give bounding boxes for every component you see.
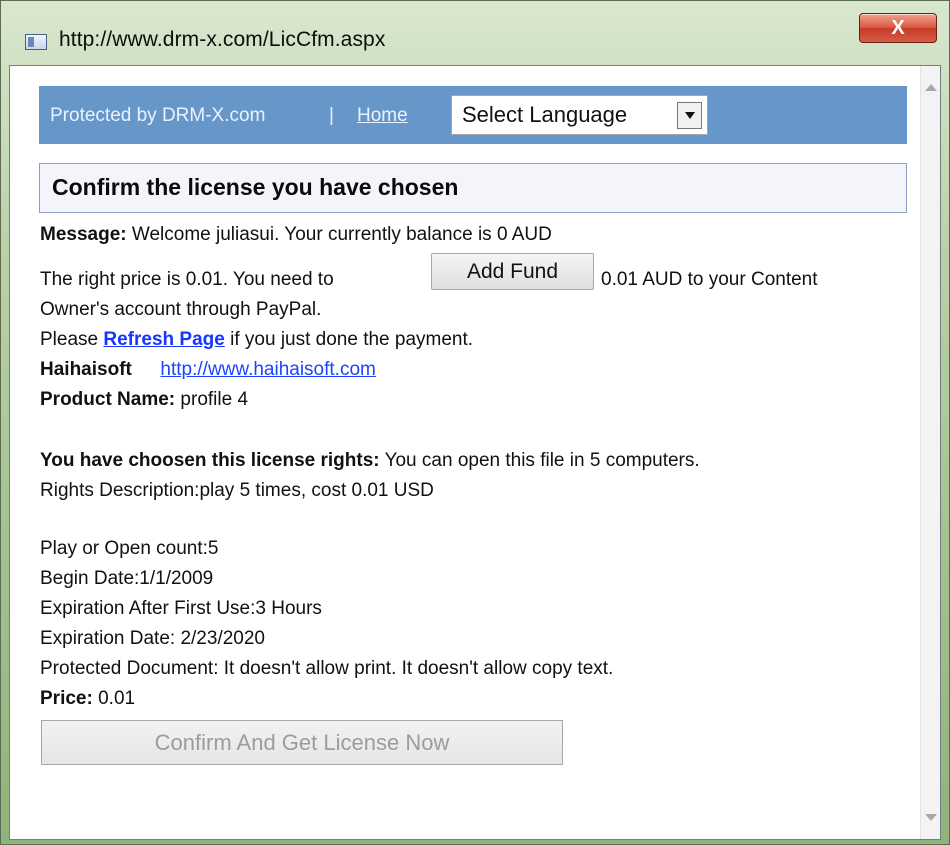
rights-value: You can open this file in 5 computers. bbox=[384, 450, 700, 471]
close-button[interactable]: X bbox=[859, 13, 937, 43]
protected-document: Protected Document: It doesn't allow pri… bbox=[40, 658, 614, 679]
price-line: Price: 0.01 bbox=[40, 688, 135, 710]
price-value: 0.01 bbox=[98, 688, 136, 709]
section-title: Confirm the license you have chosen bbox=[52, 174, 459, 200]
window-title: http://www.drm-x.com/LicCfm.aspx bbox=[59, 28, 386, 51]
header-bar: Protected by DRM-X.com | Home Select Lan… bbox=[39, 86, 907, 144]
rights-label: You have choosen this license rights: bbox=[40, 450, 380, 471]
company-line: Haihaisoft http://www.haihaisoft.com bbox=[40, 359, 376, 381]
product-label: Product Name: bbox=[40, 389, 176, 410]
language-select[interactable]: Select Language bbox=[451, 95, 708, 135]
begin-date: Begin Date:1/1/2009 bbox=[40, 568, 214, 589]
refresh-line: Please Refresh Page if you just done the… bbox=[40, 329, 473, 351]
scroll-down-icon[interactable] bbox=[925, 814, 937, 821]
rights-line: You have choosen this license rights: Yo… bbox=[40, 450, 700, 472]
page-icon bbox=[25, 34, 47, 50]
company-name: Haihaisoft bbox=[40, 359, 132, 380]
expiration-date: Expiration Date: 2/23/2020 bbox=[40, 628, 265, 649]
price-line-suffix: 0.01 AUD to your Content bbox=[601, 269, 818, 290]
header-separator: | bbox=[329, 105, 334, 126]
expiration-after-first-use: Expiration After First Use:3 Hours bbox=[40, 598, 322, 619]
refresh-page-link[interactable]: Refresh Page bbox=[103, 329, 224, 350]
refresh-suffix: if you just done the payment. bbox=[230, 329, 474, 350]
refresh-prefix: Please bbox=[40, 329, 99, 350]
protected-by-text: Protected by DRM-X.com bbox=[50, 105, 266, 126]
confirm-section-header: Confirm the license you have chosen bbox=[39, 163, 907, 213]
dropdown-arrow-icon[interactable] bbox=[677, 102, 702, 129]
page-content: Protected by DRM-X.com | Home Select Lan… bbox=[9, 65, 941, 840]
company-link[interactable]: http://www.haihaisoft.com bbox=[160, 359, 375, 380]
browser-window: http://www.drm-x.com/LicCfm.aspx X Prote… bbox=[0, 0, 950, 845]
rights-description: Rights Description:play 5 times, cost 0.… bbox=[40, 480, 434, 501]
scroll-up-icon[interactable] bbox=[925, 84, 937, 91]
play-count: Play or Open count:5 bbox=[40, 538, 219, 559]
message-label: Message: bbox=[40, 224, 127, 245]
product-line: Product Name: profile 4 bbox=[40, 389, 248, 411]
owner-line: Owner's account through PayPal. bbox=[40, 299, 322, 320]
add-fund-button[interactable]: Add Fund bbox=[431, 253, 594, 290]
home-link[interactable]: Home bbox=[357, 105, 408, 127]
message-text: Welcome juliasui. Your currently balance… bbox=[131, 224, 552, 245]
title-bar[interactable]: http://www.drm-x.com/LicCfm.aspx X bbox=[1, 1, 949, 63]
confirm-license-button[interactable]: Confirm And Get License Now bbox=[41, 720, 563, 765]
product-value: profile 4 bbox=[180, 389, 249, 410]
message-line: Message: Welcome juliasui. Your currentl… bbox=[40, 224, 552, 246]
vertical-scrollbar[interactable] bbox=[920, 66, 940, 839]
price-label: Price: bbox=[40, 688, 93, 709]
price-line-prefix: The right price is 0.01. You need to bbox=[40, 269, 334, 290]
language-select-value: Select Language bbox=[462, 102, 628, 127]
